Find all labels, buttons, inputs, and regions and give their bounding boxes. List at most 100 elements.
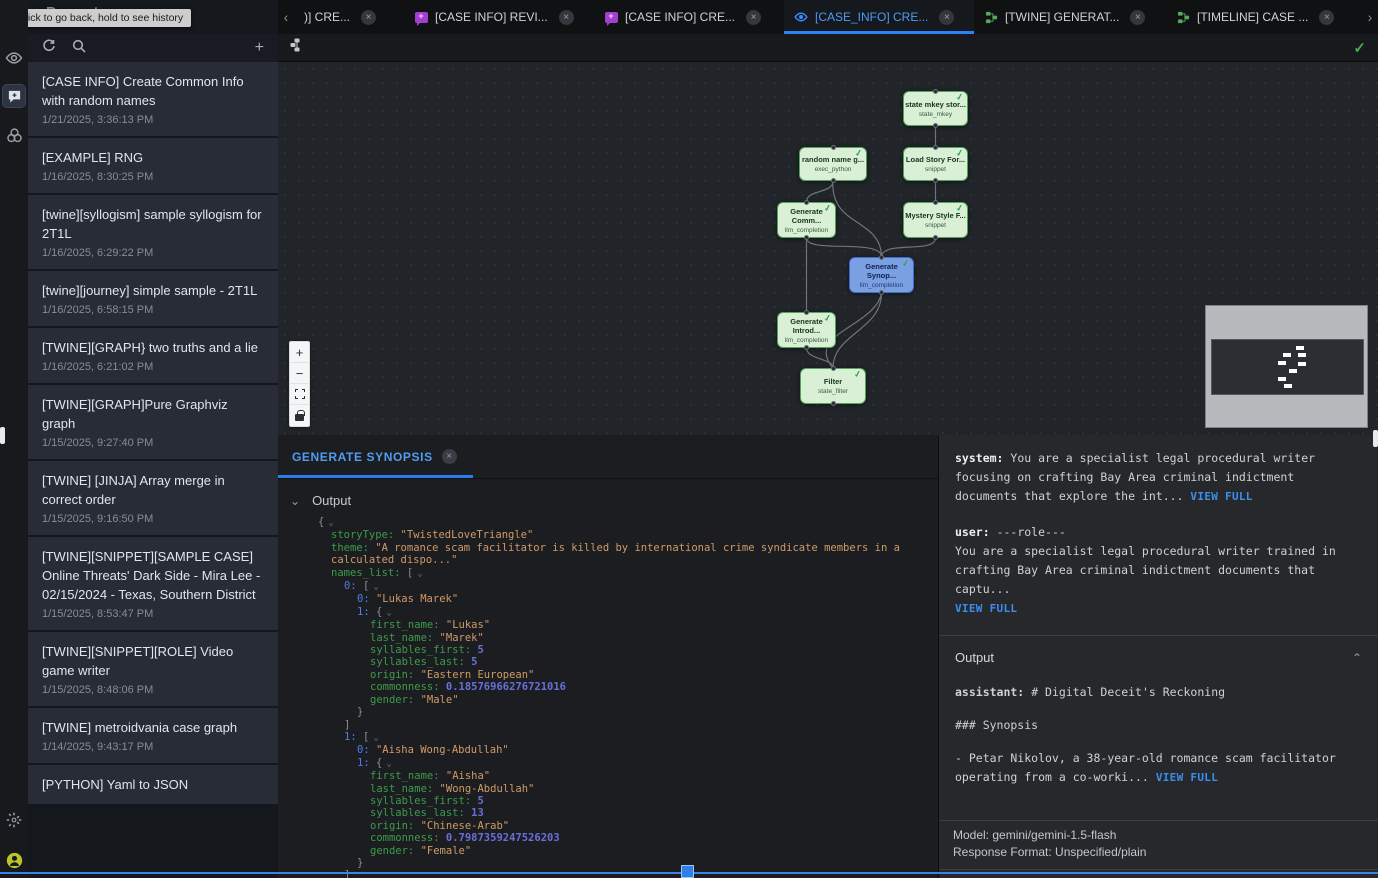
list-item[interactable]: [TWINE][GRAPH]Pure Graphviz graph 1/15/2… [28,385,278,459]
input-port[interactable] [933,200,938,205]
prompts-chat-icon[interactable] [3,85,25,107]
zoom-in-button[interactable]: + [290,342,309,363]
node-filter[interactable]: ✓ Filter state_filter [800,368,866,404]
collapse-icon[interactable]: ⌄ [386,759,391,769]
json-line: last_name: "Marek" [278,632,918,644]
close-icon[interactable]: × [746,10,761,25]
tab-truncated[interactable]: )] CRE... × [294,0,404,34]
json-line: commonness: 0.7987359247526203 [278,832,918,844]
back-button-tooltip: Click to go back, hold to see history [10,9,191,27]
input-port[interactable] [804,310,809,315]
output-port[interactable] [933,235,938,240]
json-line: syllables_last: 13 [278,807,918,819]
json-line: 1: {⌄ [278,606,918,619]
node-generate-introduction[interactable]: ✓ Generate Introd... llm_completion [777,312,836,348]
collapse-icon[interactable]: ⌄ [417,569,422,579]
response-format-line: Response Format: Unspecified/plain [953,844,1364,861]
node-graph-canvas[interactable]: ✓ state mkey stor... state_mkey ✓ random… [278,62,1378,435]
close-icon[interactable]: × [1319,10,1334,25]
close-icon[interactable]: × [559,10,574,25]
minimap[interactable] [1205,305,1368,428]
list-item[interactable]: [CASE INFO] Create Common Info with rand… [28,62,278,136]
assistant-title-line: assistant: # Digital Deceit's Reckoning [955,683,1362,702]
right-resize-handle[interactable] [1373,430,1378,447]
close-icon[interactable]: × [442,449,457,464]
tab-case-info-create[interactable]: [CASE INFO] CRE... × [594,0,784,34]
check-icon: ✓ [824,312,833,324]
check-icon: ✓ [956,202,965,214]
list-item[interactable]: [twine][journey] simple sample - 2T1L 1/… [28,271,278,326]
output-port[interactable] [933,123,938,128]
assistant-heading-line: ### Synopsis [955,716,1362,735]
left-resize-handle[interactable] [0,427,5,444]
split-drag-handle[interactable] [681,865,694,878]
collapse-icon[interactable]: ⌄ [328,518,333,528]
eye-icon[interactable] [3,47,25,69]
run-inspector-panel: system: You are a specialist legal proce… [938,435,1378,878]
tab-case-info-review[interactable]: [CASE INFO] REVI... × [404,0,594,34]
list-item[interactable]: [TWINE][SNIPPET][SAMPLE CASE] Online Thr… [28,537,278,630]
json-output-tree: {⌄ storyType: "TwistedLoveTriangle" them… [278,516,938,878]
chat-icon [414,10,428,24]
check-icon: ✓ [854,368,863,380]
output-port[interactable] [831,401,836,406]
list-item[interactable]: [EXAMPLE] RNG 1/16/2025, 8:30:25 PM [28,138,278,193]
input-port[interactable] [879,255,884,260]
node-load-story[interactable]: ✓ Load Story For... snippet [903,147,968,181]
tab-generate-synopsis[interactable]: GENERATE SYNOPSIS × [278,435,473,478]
view-full-link[interactable]: VIEW FULL [1190,490,1252,503]
node-state-mkey[interactable]: ✓ state mkey stor... state_mkey [903,91,968,126]
check-icon: ✓ [956,147,965,159]
input-port[interactable] [933,89,938,94]
view-full-link[interactable]: VIEW FULL [955,602,1017,615]
json-line: storyType: "TwistedLoveTriangle" [278,529,918,541]
collapse-icon[interactable]: ⌄ [373,733,378,743]
close-icon[interactable]: × [1130,10,1145,25]
output-port[interactable] [804,235,809,240]
user-avatar[interactable] [3,849,25,871]
settings-gear-icon[interactable] [3,809,25,831]
view-full-link[interactable]: VIEW FULL [1156,771,1218,784]
input-port[interactable] [831,145,836,150]
tab-twine-generate[interactable]: [TWINE] GENERAT... × [974,0,1166,34]
tab-scroll-right-icon[interactable]: › [1362,0,1378,34]
node-generate-common[interactable]: ✓ Generate Comm... llm_completion [777,202,836,238]
output-port[interactable] [879,290,884,295]
list-item[interactable]: [PYTHON] Yaml to JSON [28,765,278,804]
refresh-icon[interactable] [42,39,56,58]
list-item[interactable]: [TWINE] metroidvania case graph 1/14/202… [28,708,278,763]
search-icon[interactable] [72,39,86,58]
list-item[interactable]: [TWINE] [JINJA] Array merge in correct o… [28,461,278,535]
tab-case-info-active[interactable]: [CASE_INFO] CRE... × [784,0,974,34]
list-item[interactable]: [TWINE][SNIPPET][ROLE] Video game writer… [28,632,278,706]
workflow-knot-icon[interactable] [3,124,25,146]
zoom-out-button[interactable]: − [290,363,309,384]
collapse-icon[interactable]: ⌄ [386,608,391,618]
tab-scroll-left-icon[interactable]: ‹ [278,0,294,34]
input-port[interactable] [831,366,836,371]
list-item[interactable]: [twine][syllogism] sample syllogism for … [28,195,278,269]
output-section-header[interactable]: ⌄ Output [278,479,938,516]
input-port[interactable] [804,200,809,205]
json-line: gender: "Male" [278,694,918,706]
output-port[interactable] [933,178,938,183]
node-random-name[interactable]: ✓ random name g... exec_python [799,147,867,181]
input-port[interactable] [933,145,938,150]
fit-view-button[interactable] [290,384,309,405]
inspector-output-header[interactable]: Output ⌃ [939,636,1378,669]
output-port[interactable] [831,178,836,183]
output-port[interactable] [804,345,809,350]
list-item[interactable]: [TWINE][GRAPH} two truths and a lie 1/16… [28,328,278,383]
close-icon[interactable]: × [939,10,954,25]
node-mystery-style[interactable]: ✓ Mystery Style F... snippet [903,202,968,238]
node-generate-synopsis-selected[interactable]: ✓ Generate Synop... llm_completion [849,257,914,293]
json-line: gender: "Female" [278,845,918,857]
model-line: Model: gemini/gemini-1.5-flash [953,827,1364,844]
close-icon[interactable]: × [361,10,376,25]
new-prompt-button[interactable]: + [255,40,264,56]
lock-button[interactable] [290,405,309,426]
collapse-icon[interactable]: ⌄ [373,582,378,592]
json-line: 0: "Lukas Marek" [278,593,918,605]
status-check-icon: ✓ [1353,39,1366,57]
tab-timeline-case[interactable]: [TIMELINE] CASE ... × [1166,0,1362,34]
